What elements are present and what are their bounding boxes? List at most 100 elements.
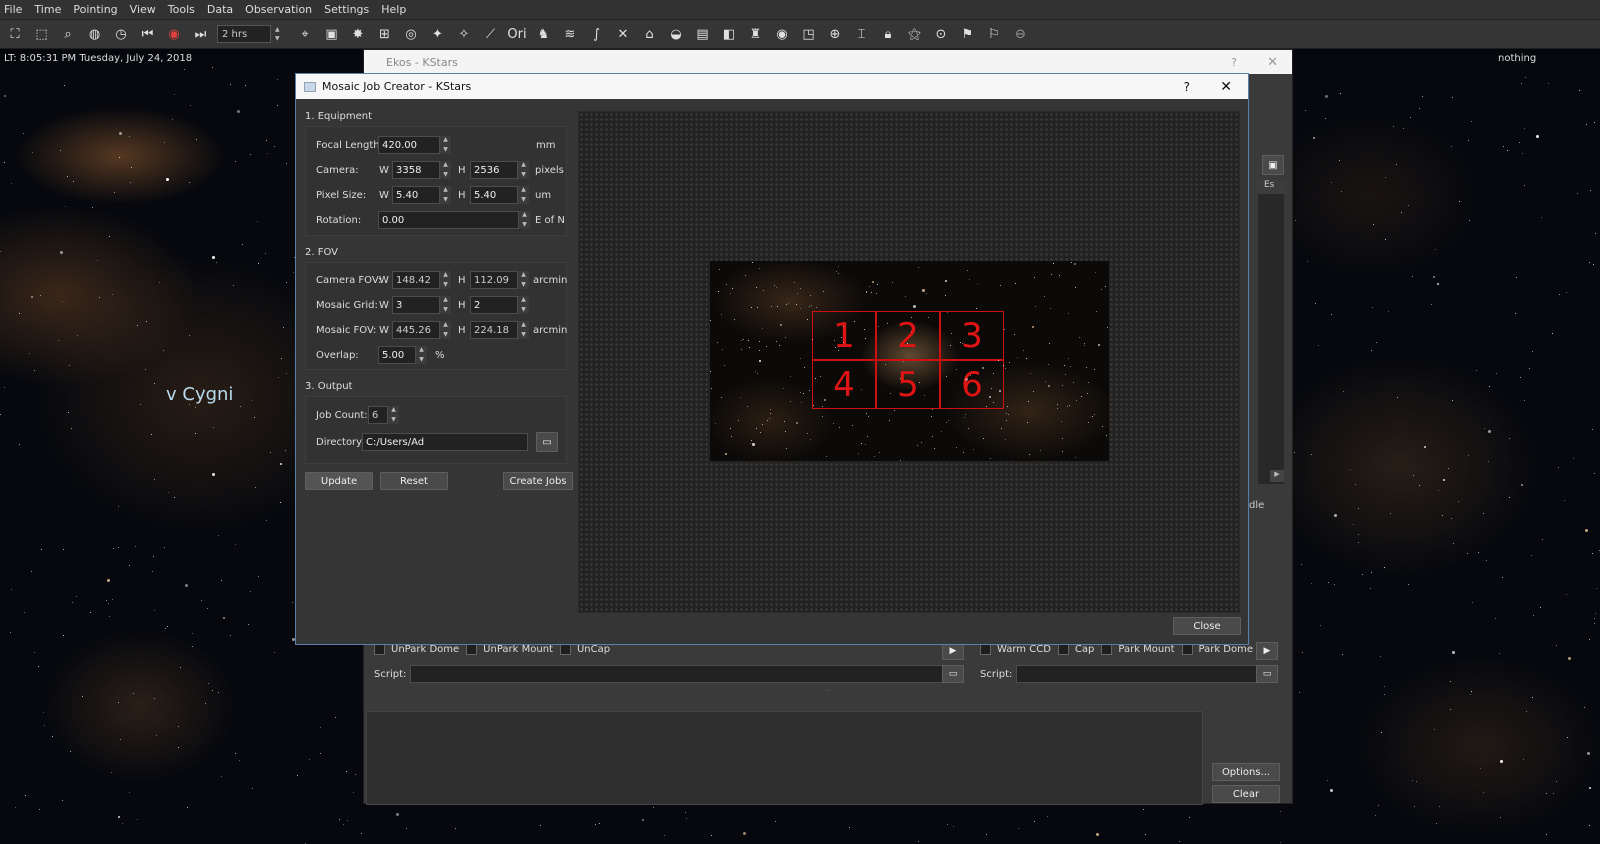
mosaic-fov-height-value[interactable]: 224.18 xyxy=(470,321,518,339)
galaxy-icon[interactable]: ◎ xyxy=(401,24,421,44)
horizontal-grid-icon[interactable]: ✕ xyxy=(613,24,633,44)
mosaic-tile[interactable]: 1 xyxy=(812,311,876,360)
mosaic-tile[interactable]: 4 xyxy=(812,360,876,409)
search-icon[interactable]: ⌕ xyxy=(58,24,78,44)
zoom-box-icon[interactable]: ⬚ xyxy=(32,24,52,44)
menu-pointing[interactable]: Pointing xyxy=(73,3,117,16)
overlap-spinbox[interactable]: 5.00 ▲ ▼ xyxy=(378,346,427,364)
supernova-icon[interactable]: ⊙ xyxy=(931,24,951,44)
flag-add-icon[interactable]: ⚐ xyxy=(984,24,1004,44)
spin-arrows-icon[interactable]: ▲ ▼ xyxy=(518,161,529,179)
mosaic-tile[interactable]: 2 xyxy=(876,311,940,360)
spin-arrows-icon[interactable]: ▲ ▼ xyxy=(440,136,451,154)
menu-view[interactable]: View xyxy=(130,3,156,16)
help-icon[interactable]: ? xyxy=(1231,56,1237,69)
spin-arrows-icon[interactable]: ▲ ▼ xyxy=(518,296,529,314)
mosaic-fov-width-value[interactable]: 445.26 xyxy=(392,321,440,339)
minus-circle-icon[interactable]: ⊖ xyxy=(1011,24,1031,44)
equatorial-grid-icon[interactable]: ∫ xyxy=(587,24,607,44)
horizon-icon[interactable]: ◒ xyxy=(666,24,686,44)
options-button[interactable]: Options... xyxy=(1212,763,1280,781)
scroll-right-icon[interactable]: ▶ xyxy=(1270,470,1284,482)
save-icon[interactable]: ▣ xyxy=(1262,155,1284,175)
splitter-handle[interactable]: ⋯ xyxy=(364,687,1292,694)
warm-ccd-checkbox[interactable]: Warm CCD xyxy=(980,644,1051,655)
cap-checkbox[interactable]: Cap xyxy=(1057,644,1094,655)
indi-control-icon[interactable]: ♜ xyxy=(746,24,766,44)
overlap-value[interactable]: 5.00 xyxy=(378,346,416,364)
focal-length-value[interactable]: 420.00 xyxy=(378,136,440,154)
clear-button[interactable]: Clear xyxy=(1212,785,1280,803)
spin-arrows-icon[interactable]: ▲ ▼ xyxy=(416,346,427,364)
close-icon[interactable]: ✕ xyxy=(1220,79,1232,95)
mosaic-tile[interactable]: 3 xyxy=(940,311,1004,360)
menu-time[interactable]: Time xyxy=(34,3,61,16)
time-step-spinner[interactable]: ▲ ▼ xyxy=(275,25,289,43)
reset-button[interactable]: Reset xyxy=(380,472,448,490)
create-jobs-button[interactable]: Create Jobs xyxy=(503,472,573,490)
menu-help[interactable]: Help xyxy=(381,3,406,16)
mosaic-tile[interactable]: 6 xyxy=(940,360,1004,409)
spin-arrows-icon[interactable]: ▲ ▼ xyxy=(518,186,529,204)
fov-icon[interactable]: ◉ xyxy=(772,24,792,44)
startup-script-browse-icon[interactable]: ▭ xyxy=(942,665,964,683)
clock-icon[interactable]: ◷ xyxy=(111,24,131,44)
spin-arrows-icon[interactable]: ▲ ▼ xyxy=(440,161,451,179)
camera-fov-width-value[interactable]: 148.42 xyxy=(392,271,440,289)
unpark-dome-checkbox[interactable]: UnPark Dome xyxy=(374,644,459,655)
fullscreen-icon[interactable]: ⛶ xyxy=(5,24,25,44)
uncap-checkbox[interactable]: UnCap xyxy=(559,644,610,655)
step-forward-icon[interactable]: ⏭ xyxy=(191,24,211,44)
mosaic-tile[interactable]: 5 xyxy=(876,360,940,409)
pixel-height-spinbox[interactable]: 5.40 ▲ ▼ xyxy=(470,186,529,204)
milky-way-icon[interactable]: ≋ xyxy=(560,24,580,44)
constellation-art-icon[interactable]: ♞ xyxy=(534,24,554,44)
shutdown-run-button[interactable]: ▶ xyxy=(1256,642,1278,660)
menu-observation[interactable]: Observation xyxy=(245,3,312,16)
spin-arrows-icon[interactable]: ▲ ▼ xyxy=(440,321,451,339)
lock-icon[interactable]: 🔒︎ xyxy=(878,24,898,44)
shutdown-script-browse-icon[interactable]: ▭ xyxy=(1256,665,1278,683)
time-step-field[interactable]: 2 hrs xyxy=(217,25,271,43)
mosaic-fov-width-spinbox[interactable]: 445.26 ▲ ▼ xyxy=(392,321,451,339)
globe-icon[interactable]: ◍ xyxy=(85,24,105,44)
hips-icon[interactable]: ▤ xyxy=(693,24,713,44)
mosaic-grid-height-value[interactable]: 2 xyxy=(470,296,518,314)
close-icon[interactable]: ✕ xyxy=(1267,55,1278,70)
ground-icon[interactable]: ⌂ xyxy=(640,24,660,44)
job-count-spinbox[interactable]: 6 ▲ ▼ xyxy=(368,406,399,424)
ekos-icon[interactable]: ◧ xyxy=(719,24,739,44)
mosaic-preview[interactable]: 1 2 3 4 5 6 xyxy=(578,111,1240,613)
mosaic-fov-height-spinbox[interactable]: 224.18 ▲ ▼ xyxy=(470,321,529,339)
constellation-lines-icon[interactable]: ⟋ xyxy=(481,24,501,44)
constellation-names-icon[interactable]: Ori xyxy=(507,24,527,44)
mosaic-grid-width-value[interactable]: 3 xyxy=(392,296,440,314)
menu-tools[interactable]: Tools xyxy=(168,3,195,16)
satellites-icon[interactable]: ⚝ xyxy=(905,24,925,44)
pixel-width-spinbox[interactable]: 5.40 ▲ ▼ xyxy=(392,186,451,204)
camera-height-spinbox[interactable]: 2536 ▲ ▼ xyxy=(470,161,529,179)
help-icon[interactable]: ? xyxy=(1184,80,1190,94)
mosaic-grid-width-spinbox[interactable]: 3 ▲ ▼ xyxy=(392,296,451,314)
camera-fov-width-spinbox[interactable]: 148.42 ▲ ▼ xyxy=(392,271,451,289)
mosaic-grid-height-spinbox[interactable]: 2 ▲ ▼ xyxy=(470,296,529,314)
image-icon[interactable]: ▣ xyxy=(322,24,342,44)
camera-width-spinbox[interactable]: 3358 ▲ ▼ xyxy=(392,161,451,179)
solar-system-icon[interactable]: ✦ xyxy=(428,24,448,44)
telescope-icon[interactable]: ⌶ xyxy=(852,24,872,44)
update-button[interactable]: Update xyxy=(305,472,373,490)
flag-icon[interactable]: ⚑ xyxy=(958,24,978,44)
pixel-width-value[interactable]: 5.40 xyxy=(392,186,440,204)
step-back-icon[interactable]: ⏮ xyxy=(138,24,158,44)
close-button[interactable]: Close xyxy=(1173,617,1241,635)
startup-script-input[interactable] xyxy=(410,665,948,683)
camera-fov-height-spinbox[interactable]: 112.09 ▲ ▼ xyxy=(470,271,529,289)
target-icon[interactable]: ⌖ xyxy=(295,24,315,44)
spin-arrows-icon[interactable]: ▲ ▼ xyxy=(518,321,529,339)
camera-fov-height-value[interactable]: 112.09 xyxy=(470,271,518,289)
fits-viewer-icon[interactable]: ◳ xyxy=(799,24,819,44)
pixel-height-value[interactable]: 5.40 xyxy=(470,186,518,204)
park-dome-checkbox[interactable]: Park Dome xyxy=(1181,644,1253,655)
stop-clock-icon[interactable]: ◉ xyxy=(164,24,184,44)
park-mount-checkbox[interactable]: Park Mount xyxy=(1101,644,1175,655)
